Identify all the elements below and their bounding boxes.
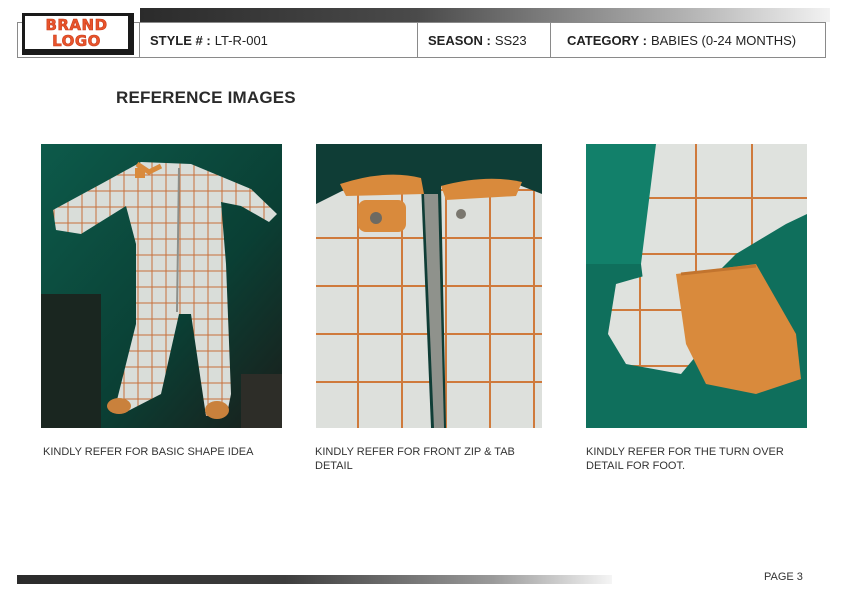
caption-front-zip-tab: KINDLY REFER FOR FRONT ZIP & TAB DETAIL xyxy=(315,446,515,472)
header-table: BRAND LOGO STYLE # : LT-R-001 SEASON : S… xyxy=(17,13,826,58)
style-value: LT-R-001 xyxy=(214,32,268,48)
page-number: PAGE 3 xyxy=(764,571,803,583)
style-cell: STYLE # : LT-R-001 xyxy=(140,23,418,57)
brand-logo: BRAND LOGO xyxy=(22,13,134,55)
category-value: BABIES (0-24 MONTHS) xyxy=(650,32,797,48)
reference-image-foot-turnover xyxy=(586,144,807,428)
brand-logo-line2: LOGO xyxy=(52,31,101,50)
caption-basic-shape: KINDLY REFER FOR BASIC SHAPE IDEA xyxy=(43,446,254,458)
reference-image-front-zip-tab xyxy=(316,144,542,428)
header-top-bar xyxy=(140,8,830,22)
season-value: SS23 xyxy=(494,32,527,48)
logo-cell: BRAND LOGO xyxy=(18,13,140,57)
section-title: REFERENCE IMAGES xyxy=(116,88,296,107)
brand-logo-line1: BRAND xyxy=(45,15,108,34)
reference-image-basic-shape xyxy=(41,144,282,428)
caption-foot-turnover: KINDLY REFER FOR THE TURN OVER DETAIL FO… xyxy=(586,446,784,472)
footer-bar xyxy=(17,575,612,584)
category-label: CATEGORY : xyxy=(567,32,647,48)
season-cell: SEASON : SS23 xyxy=(418,23,551,57)
category-cell: CATEGORY : BABIES (0-24 MONTHS) xyxy=(551,23,825,57)
season-label: SEASON : xyxy=(428,32,491,48)
style-label: STYLE # : xyxy=(150,32,211,48)
